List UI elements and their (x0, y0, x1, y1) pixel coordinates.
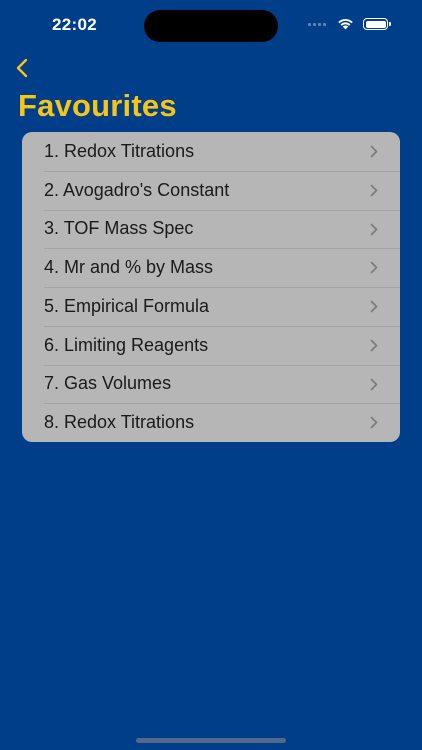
item-label: 8. Redox Titrations (44, 412, 195, 433)
page-title: Favourites (18, 88, 177, 123)
chevron-right-icon (370, 300, 378, 313)
chevron-right-icon (370, 378, 378, 390)
list-item[interactable]: 4. Mr and % by Mass (22, 248, 400, 287)
status-time: 22:02 (52, 15, 97, 34)
item-label: 5. Empirical Formula (44, 295, 210, 316)
chevron-right-icon (370, 339, 378, 352)
chevron-right-icon (370, 223, 378, 235)
list-item[interactable]: 1. Redox Titrations (22, 132, 400, 171)
item-label: 2. Avogadro's Constant (44, 179, 230, 200)
item-label: 4. Mr and % by Mass (44, 257, 214, 278)
chevron-right-icon (370, 145, 378, 158)
chevron-left-icon (16, 58, 28, 78)
home-indicator[interactable] (136, 738, 286, 743)
item-label: 3. TOF Mass Spec (44, 218, 194, 239)
favourites-list: 1. Redox Titrations 2. Avogadro's Consta… (22, 132, 400, 442)
chevron-right-icon (370, 184, 378, 197)
chevron-right-icon (370, 261, 378, 274)
item-label: 1. Redox Titrations (44, 140, 195, 161)
list-item[interactable]: 3. TOF Mass Spec (22, 209, 400, 249)
list-item[interactable]: 6. Limiting Reagents (22, 325, 400, 365)
list-item[interactable]: 5. Empirical Formula (22, 287, 400, 326)
list-item[interactable]: 7. Gas Volumes (22, 364, 400, 404)
battery-icon (363, 18, 391, 30)
list-item[interactable]: 8. Redox Titrations (22, 403, 400, 442)
item-label: 6. Limiting Reagents (44, 334, 209, 355)
list-item[interactable]: 2. Avogadro's Constant (22, 170, 400, 210)
wifi-icon (338, 19, 353, 30)
status-bar: 22:02 (0, 0, 422, 52)
dynamic-island (144, 10, 278, 42)
chevron-right-icon (370, 416, 378, 429)
item-label: 7. Gas Volumes (44, 373, 172, 394)
back-button[interactable] (8, 54, 36, 82)
